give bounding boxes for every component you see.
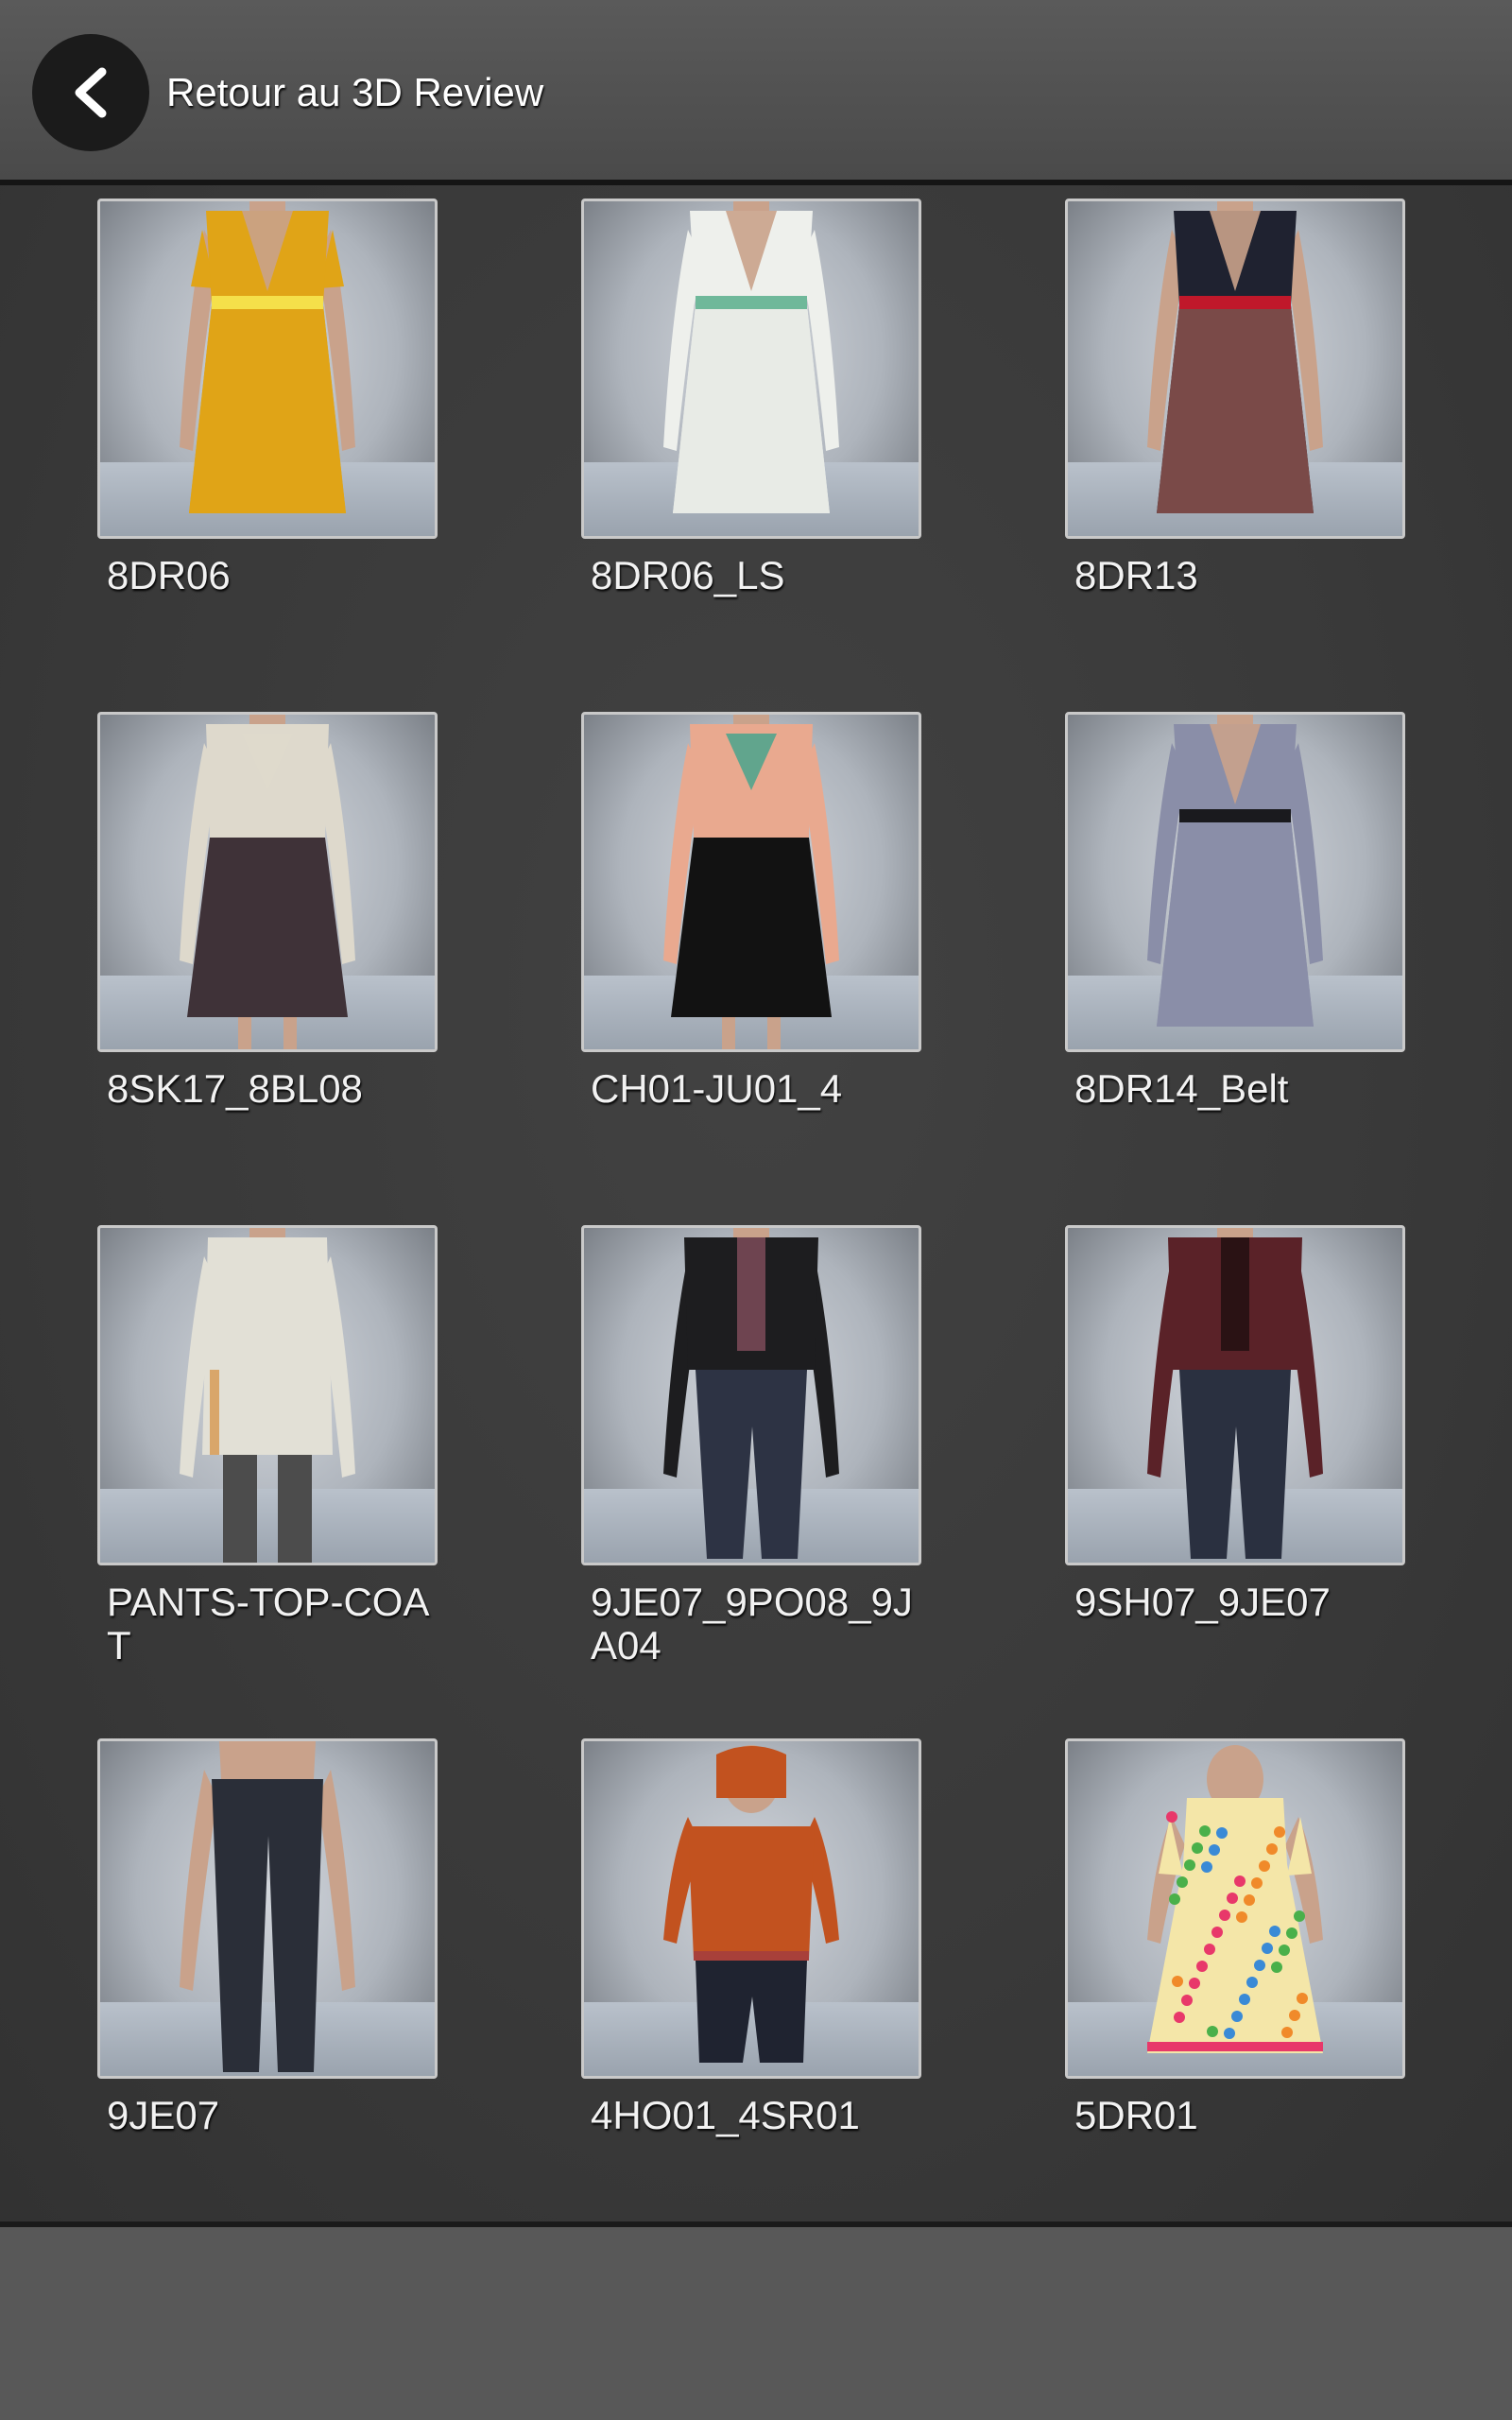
avatar-figure bbox=[663, 1745, 839, 2063]
avatar-figure bbox=[1147, 715, 1323, 1027]
avatar-figure bbox=[180, 1228, 355, 1563]
top-bar: Retour au 3D Review bbox=[0, 0, 1512, 185]
outfit-label: 8DR06 bbox=[107, 553, 231, 597]
avatar-figure bbox=[1147, 1228, 1323, 1559]
outfit-thumbnail[interactable] bbox=[1065, 712, 1405, 1052]
outfit-thumbnail[interactable] bbox=[1065, 1738, 1405, 2079]
bottom-bar bbox=[0, 2227, 1512, 2420]
outfit-label: 9JE07 bbox=[107, 2093, 220, 2137]
outfit-label: 9JE07_9PO08_9JA04 bbox=[591, 1580, 913, 1668]
back-label[interactable]: Retour au 3D Review bbox=[166, 68, 543, 117]
avatar-figure bbox=[180, 201, 355, 513]
chevron-left-icon bbox=[75, 67, 107, 118]
outfit-label: PANTS-TOP-COAT bbox=[107, 1580, 430, 1668]
outfit-grid[interactable]: 8DR06 8DR06_LS 8DR13 8SK17_8BL08 CH01-JU01_4… bbox=[0, 185, 1512, 2227]
avatar-figure bbox=[180, 1741, 355, 2072]
outfit-thumbnail[interactable] bbox=[1065, 1225, 1405, 1565]
outfit-thumbnail[interactable] bbox=[581, 712, 921, 1052]
avatar-figure bbox=[663, 715, 839, 1049]
avatar-figure bbox=[663, 201, 839, 513]
outfit-thumbnail[interactable] bbox=[97, 1738, 438, 2079]
outfit-thumbnail[interactable] bbox=[581, 1738, 921, 2079]
avatar-figure bbox=[1147, 1745, 1323, 2053]
outfit-label: 4HO01_4SR01 bbox=[591, 2093, 860, 2137]
outfit-thumbnail[interactable] bbox=[581, 1225, 921, 1565]
outfit-thumbnail[interactable] bbox=[1065, 199, 1405, 539]
avatar-figure bbox=[180, 715, 355, 1049]
outfit-thumbnail[interactable] bbox=[97, 1225, 438, 1565]
outfit-label: 5DR01 bbox=[1074, 2093, 1198, 2137]
outfit-label: 9SH07_9JE07 bbox=[1074, 1580, 1331, 1624]
outfit-thumbnail[interactable] bbox=[581, 199, 921, 539]
outfit-label: 8DR06_LS bbox=[591, 553, 785, 597]
outfit-thumbnail[interactable] bbox=[97, 712, 438, 1052]
outfit-label: CH01-JU01_4 bbox=[591, 1066, 843, 1111]
outfit-label: 8DR13 bbox=[1074, 553, 1198, 597]
back-button[interactable] bbox=[32, 34, 149, 151]
avatar-figure bbox=[663, 1228, 839, 1559]
outfit-label: 8DR14_Belt bbox=[1074, 1066, 1289, 1111]
avatar-figure bbox=[1147, 201, 1323, 513]
outfit-label: 8SK17_8BL08 bbox=[107, 1066, 363, 1111]
outfit-thumbnail[interactable] bbox=[97, 199, 438, 539]
